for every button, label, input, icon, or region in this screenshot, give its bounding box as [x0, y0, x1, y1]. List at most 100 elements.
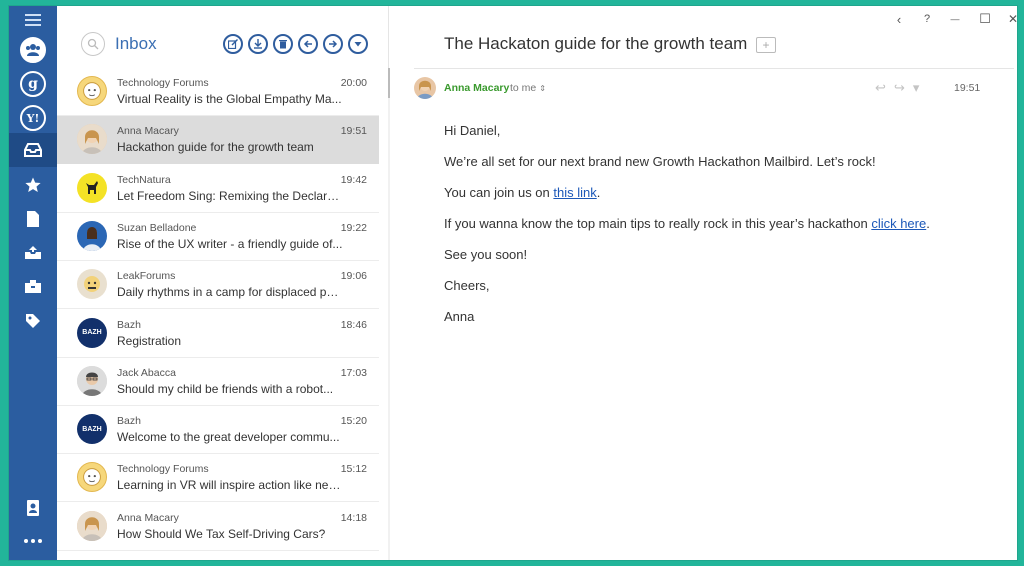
this-link[interactable]: this link	[553, 185, 596, 200]
message-subject: Learning in VR will inspire action like …	[117, 478, 343, 493]
sidebar-item-sent[interactable]	[9, 236, 57, 270]
yahoo-account-button[interactable]: Y!	[9, 101, 57, 135]
click-here-link[interactable]: click here	[871, 216, 926, 231]
mail-text: You can join us on	[444, 185, 554, 200]
compose-button[interactable]	[223, 34, 243, 54]
mail-greeting: Hi Daniel,	[444, 123, 501, 138]
message-row[interactable]: Suzan Belladone 19:22 Rise of the UX write…	[57, 213, 379, 261]
message-row[interactable]: BAZH Bazh 18:46 Registration	[57, 310, 379, 358]
search-button[interactable]	[81, 32, 105, 56]
avatar	[77, 220, 107, 251]
download-button[interactable]	[248, 34, 268, 54]
chevron-down-icon	[354, 42, 362, 47]
more-icon[interactable]	[9, 524, 57, 558]
recipient-label[interactable]: to me ⇕	[510, 82, 546, 94]
document-icon	[27, 211, 39, 227]
caret-down-icon[interactable]: ▾	[913, 80, 928, 95]
message-row[interactable]: LeakForums 19:06 Daily rhythms in a camp f…	[57, 261, 379, 310]
message-subject: Registration	[117, 333, 182, 348]
sidebar-item-starred[interactable]	[9, 168, 57, 202]
avatar	[77, 172, 107, 203]
mail-time: 19:51	[954, 82, 981, 94]
mail-line: You can join us on this link.	[444, 185, 600, 200]
more-actions-button[interactable]	[348, 34, 368, 54]
avatar	[77, 124, 107, 155]
help-button[interactable]: ?	[916, 10, 938, 28]
google-account-button[interactable]: g	[9, 67, 57, 101]
message-sender: LeakForums	[117, 270, 176, 283]
message-time: 17:03	[340, 366, 367, 379]
list-header: Inbox	[57, 6, 389, 68]
message-subject: Rise of the UX writer - a friendly guide…	[117, 236, 343, 251]
trash-icon	[279, 40, 287, 49]
add-tag-icon[interactable]: +	[756, 37, 776, 53]
avatar	[77, 462, 107, 493]
message-sender: Anna Macary	[117, 511, 179, 524]
star-icon	[25, 177, 41, 192]
mail-window: g Y! Inbox Technology Forums 20:00 Virtu…	[9, 6, 1017, 560]
search-icon	[87, 38, 99, 50]
minimize-button[interactable]: —	[944, 10, 966, 28]
message-subject: Virtual Reality is the Global Empathy Ma…	[117, 92, 342, 106]
reply-button[interactable]	[298, 34, 318, 54]
avatar: BAZH	[77, 317, 107, 348]
sender-avatar	[414, 77, 436, 99]
message-subject: Daily rhythms in a camp for displaced pe…	[117, 285, 343, 300]
message-time: 15:20	[340, 415, 367, 428]
sidebar-item-contacts[interactable]	[9, 491, 57, 525]
back-button[interactable]: ‹	[888, 10, 910, 28]
arrow-left-icon	[303, 40, 312, 48]
maximize-button[interactable]: ☐	[974, 10, 996, 28]
message-row[interactable]: Jack Abacca 17:03 Should my child be frien…	[57, 358, 379, 406]
message-row[interactable]: TechNatura 19:42 Let Freedom Sing: Remixin…	[57, 165, 379, 213]
delete-button[interactable]	[273, 34, 293, 54]
inbox-icon	[24, 143, 42, 157]
message-sender: Technology Forums	[117, 77, 209, 89]
folder-title: Inbox	[115, 34, 157, 53]
message-subject: Let Freedom Sing: Remixing the Declarati…	[117, 188, 343, 203]
mail-header-actions: ↩↪▾	[875, 80, 927, 96]
sidebar-item-tags[interactable]	[9, 304, 57, 338]
sender-name[interactable]: Anna Macary	[444, 82, 509, 94]
message-time: 15:12	[340, 463, 367, 476]
avatar	[77, 76, 107, 106]
avatar	[77, 365, 107, 396]
close-button[interactable]: ✕	[1002, 10, 1017, 28]
message-time: 19:42	[340, 173, 367, 186]
mail-text: .	[926, 216, 930, 231]
avatar	[77, 269, 107, 300]
sidebar: g Y!	[9, 6, 57, 560]
contacts-icon	[27, 500, 39, 516]
message-row[interactable]: Anna Macary 14:18 How Should We Tax Self-D…	[57, 503, 379, 551]
message-sender: Bazh	[117, 415, 141, 428]
compose-icon	[228, 39, 238, 49]
unified-accounts-button[interactable]	[9, 33, 57, 67]
avatar: BAZH	[77, 414, 107, 445]
reply-icon[interactable]: ↩	[875, 80, 894, 95]
mail-line: We’re all set for our next brand new Gro…	[444, 154, 876, 169]
message-row[interactable]: Anna Macary 19:51 Hackathon guide for the …	[57, 116, 379, 165]
message-subject: How Should We Tax Self-Driving Cars?	[117, 526, 326, 541]
sidebar-item-inbox[interactable]	[9, 133, 57, 167]
sidebar-item-archive[interactable]	[9, 270, 57, 304]
mail-line: If you wanna know the top main tips to r…	[444, 216, 930, 231]
message-sender: TechNatura	[117, 173, 171, 186]
forward-icon[interactable]: ↪	[894, 80, 913, 95]
forward-button[interactable]	[323, 34, 343, 54]
mail-text: If you wanna know the top main tips to r…	[444, 216, 872, 231]
mail-line: See you soon!	[444, 247, 528, 262]
mail-line: Cheers,	[444, 278, 490, 293]
expand-recipients-icon: ⇕	[539, 84, 546, 93]
message-subject: Hackathon guide for the growth team	[117, 140, 314, 155]
mail-signature: Anna	[444, 309, 475, 324]
message-row[interactable]: BAZH Bazh 15:20 Welcome to the great develo…	[57, 406, 379, 455]
menu-icon[interactable]	[9, 8, 57, 32]
message-sender: Jack Abacca	[117, 366, 176, 379]
sidebar-item-drafts[interactable]	[9, 202, 57, 236]
reading-pane: ‹ ? — ☐ ✕ The Hackaton guide for the gro…	[390, 6, 1017, 560]
message-time: 18:46	[340, 318, 367, 331]
message-time: 19:22	[340, 221, 367, 234]
message-row[interactable]: Technology Forums 20:00 Virtual Reality is…	[57, 68, 379, 116]
message-row[interactable]: Technology Forums 15:12 Learning in VR wil…	[57, 454, 379, 503]
recipient-text: to me	[510, 82, 537, 94]
